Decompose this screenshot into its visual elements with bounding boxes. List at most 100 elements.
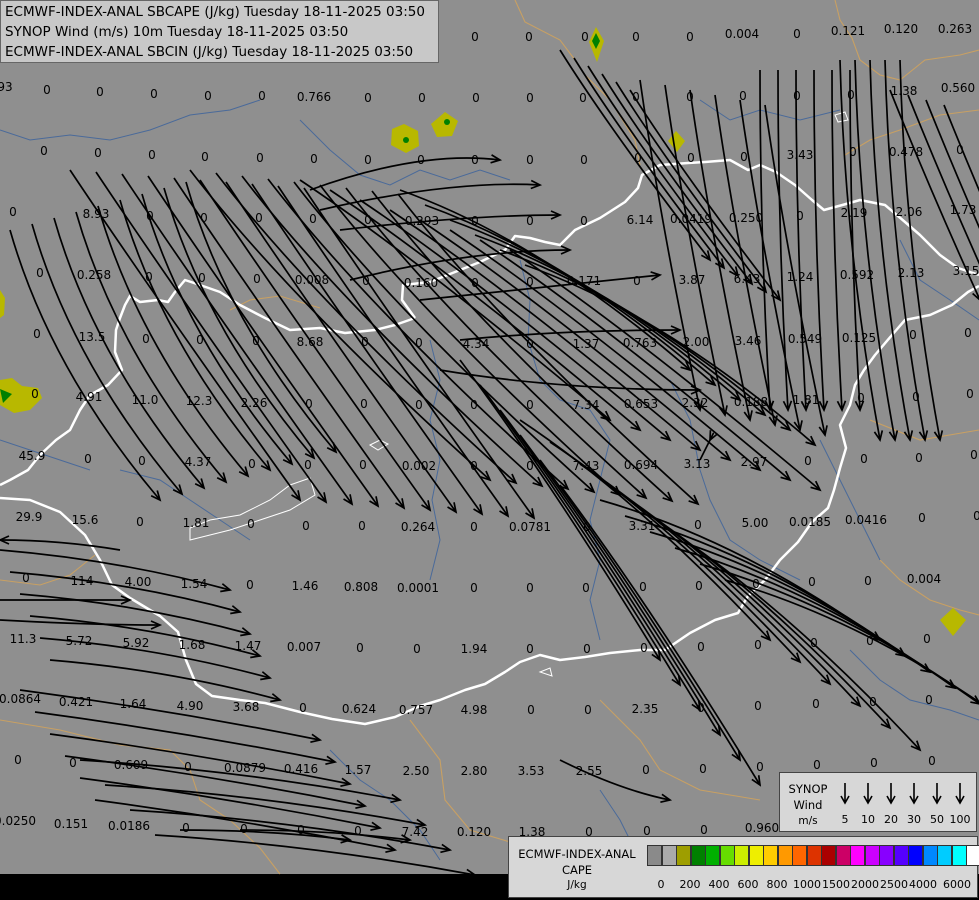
grid-value: 8.68 — [296, 335, 324, 349]
grid-value: 0.002 — [401, 459, 437, 473]
streamline — [629, 89, 781, 301]
streamline — [53, 217, 205, 489]
grid-value: 0 — [583, 520, 591, 534]
grid-value: 12.3 — [185, 394, 213, 408]
cape-tick: 600 — [737, 878, 759, 891]
grid-value: 0 — [14, 753, 22, 767]
grid-value: 0 — [849, 145, 857, 159]
grid-value: 0 — [810, 636, 818, 650]
grid-value: 0 — [413, 642, 421, 656]
grid-value: 0 — [145, 270, 153, 284]
grid-value: 0 — [248, 457, 256, 471]
grid-value: 0 — [84, 452, 92, 466]
grid-value: 0 — [804, 454, 812, 468]
grid-value: 0 — [633, 274, 641, 288]
grid-value: 1.46 — [291, 579, 319, 593]
streamline — [251, 183, 483, 515]
grid-value: 2.55 — [575, 764, 603, 778]
grid-value: 7.34 — [572, 398, 600, 412]
grid-value: 0 — [200, 211, 208, 225]
grid-value: 0.0001 — [397, 581, 439, 595]
grid-value: 0 — [640, 641, 648, 655]
streamline — [419, 274, 661, 301]
grid-value: 3.43 — [786, 148, 814, 162]
grid-value: 5.92 — [122, 636, 150, 650]
grid-value: 1.37 — [572, 337, 600, 351]
grid-value: 11.3 — [9, 632, 37, 646]
grid-value: 0 — [184, 760, 192, 774]
grid-value: 3.68 — [232, 700, 260, 714]
cape-tick: 2500 — [880, 878, 908, 891]
grid-value: 0 — [860, 452, 868, 466]
grid-value: 0 — [581, 30, 589, 44]
grid-value: 11.0 — [131, 393, 159, 407]
cape-cells — [0, 6, 966, 636]
streamline — [601, 73, 753, 285]
streamline — [795, 69, 807, 411]
grid-value: 2.32 — [681, 396, 709, 410]
grid-value: 0 — [973, 509, 979, 523]
cape-swatch — [922, 845, 938, 866]
grid-value: 0 — [22, 571, 30, 585]
cape-legend-subtitle: CAPE — [561, 863, 593, 877]
grid-value: 0.653 — [623, 397, 659, 411]
grid-value: 6.43 — [733, 272, 761, 286]
down-arrow-icon — [863, 783, 873, 805]
grid-value: 7.42 — [401, 825, 429, 839]
speed-label: 10 — [861, 813, 875, 826]
cape-swatch — [792, 845, 807, 866]
cape-legend-unit: J/kg — [567, 879, 587, 891]
grid-value: 0 — [96, 85, 104, 99]
grid-value: 13.5 — [78, 330, 106, 344]
grid-value: 0 — [754, 699, 762, 713]
country-border — [0, 284, 979, 726]
grid-value: 0 — [580, 214, 588, 228]
grid-value: 0 — [740, 150, 748, 164]
grid-value: 0 — [847, 88, 855, 102]
grid-value: 0 — [309, 212, 317, 226]
grid-value: 3.13 — [683, 457, 711, 471]
grid-value: 1.47 — [234, 639, 262, 653]
grid-value: 0.592 — [839, 268, 875, 282]
grid-value: 2.00 — [682, 335, 710, 349]
grid-value: 1.24 — [786, 270, 814, 284]
streamline — [549, 441, 801, 663]
grid-value: 0 — [697, 640, 705, 654]
grid-value: 0 — [754, 638, 762, 652]
streamline — [813, 69, 825, 411]
grid-value: 0 — [470, 398, 478, 412]
grid-value: 0.160 — [403, 276, 439, 290]
grid-value: 0 — [687, 151, 695, 165]
cape-swatch — [937, 845, 952, 866]
grid-value: 3.87 — [678, 273, 706, 287]
grid-value: 15.6 — [71, 513, 99, 527]
streamline — [0, 539, 121, 551]
grid-value: 0 — [146, 209, 154, 223]
grid-value: 1.81 — [182, 516, 210, 530]
grid-value: 0 — [150, 87, 158, 101]
grid-value: 0 — [700, 823, 708, 837]
grid-value: 0 — [142, 332, 150, 346]
grid-value: 0 — [364, 153, 372, 167]
cape-swatch — [893, 845, 909, 866]
streamline — [95, 171, 327, 503]
streamline — [869, 59, 911, 441]
grid-value: 0 — [470, 581, 478, 595]
cape-swatch — [661, 845, 677, 866]
cape-swatch — [763, 845, 778, 866]
grid-value: 0.121 — [830, 24, 866, 38]
grid-value: 1.64 — [119, 697, 147, 711]
grid-value: 3.15 — [952, 264, 979, 278]
title-sbcin: ECMWF-INDEX-ANAL SBCIN (J/kg) Tuesday 18… — [5, 44, 414, 60]
grid-value: 0 — [415, 398, 423, 412]
grid-value: 0 — [470, 520, 478, 534]
grid-value: 0 — [925, 693, 933, 707]
grid-value: 0.258 — [76, 268, 112, 282]
grid-value: 0 — [364, 213, 372, 227]
synop-wind-legend: SYNOP Wind m/s 5 10 20 30 50 100 — [779, 772, 977, 832]
grid-value: 0.004 — [906, 572, 942, 586]
grid-value: 0 — [299, 701, 307, 715]
grid-value: 1.68 — [178, 638, 206, 652]
grid-value: 2.06 — [895, 205, 923, 219]
grid-value: 0 — [695, 579, 703, 593]
